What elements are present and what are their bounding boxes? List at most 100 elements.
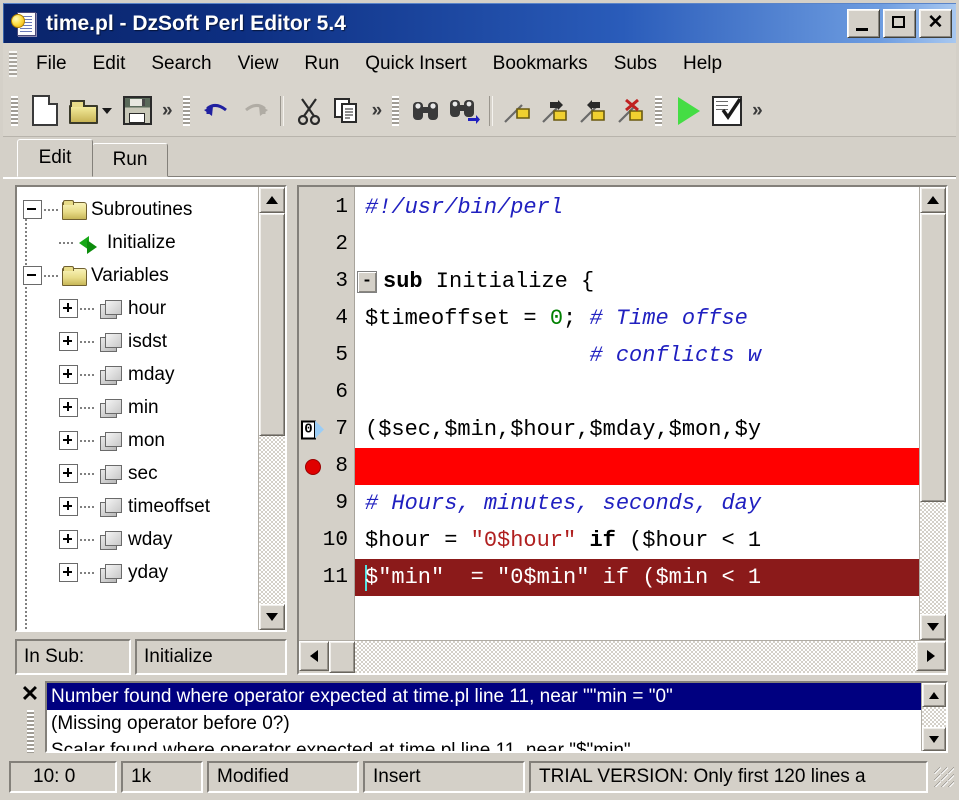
output-vertical-scrollbar[interactable] [921,683,946,751]
code-line[interactable] [355,374,919,411]
code-explorer-tree[interactable]: Subroutines Initialize Variables [15,185,287,632]
editor-scroll-right-button[interactable] [916,641,946,671]
tree-scroll-thumb[interactable] [259,213,285,436]
toolbar-overflow-file[interactable]: » [156,100,179,122]
editor-scroll-left-button[interactable] [299,641,329,671]
redo-button[interactable] [236,92,274,130]
syntax-check-button[interactable] [708,92,746,130]
gutter-line[interactable]: 2 [299,226,354,263]
copy-button[interactable] [328,92,366,130]
menu-item-file[interactable]: File [23,49,80,79]
editor-scroll-track[interactable] [920,213,946,614]
tree-item-initialize[interactable]: Initialize [23,226,258,259]
output-list-box[interactable]: Number found where operator expected at … [45,681,948,753]
toolbar-drag-handle-search[interactable] [392,96,399,126]
menu-item-search[interactable]: Search [138,49,224,79]
expander-plus-icon[interactable] [59,365,78,384]
fold-toggle-icon[interactable]: - [357,271,377,293]
tree-scroll-up-button[interactable] [259,187,285,213]
expander-plus-icon[interactable] [59,431,78,450]
editor-scroll-up-button[interactable] [920,187,946,213]
open-button[interactable] [64,92,102,130]
gutter-line[interactable]: 11 [299,559,354,596]
tree-vertical-scrollbar[interactable] [258,187,285,630]
menu-item-quick-insert[interactable]: Quick Insert [352,49,479,79]
tree-item-isdst[interactable]: isdst [23,325,258,358]
tree-item-variables[interactable]: Variables [23,259,258,292]
tree-item-mon[interactable]: mon [23,424,258,457]
code-line[interactable]: $timeoffset = 0 ; # Time offse [355,300,919,337]
menu-item-bookmarks[interactable]: Bookmarks [480,49,601,79]
expander-minus-icon[interactable] [23,266,42,285]
tree-scroll-down-button[interactable] [259,604,285,630]
output-row[interactable]: Number found where operator expected at … [47,683,921,710]
expander-plus-icon[interactable] [59,497,78,516]
output-list[interactable]: Number found where operator expected at … [47,683,921,751]
code-line[interactable]: #!/usr/bin/perl [355,189,919,226]
expander-plus-icon[interactable] [59,464,78,483]
gutter-line[interactable]: 4 [299,300,354,337]
editor-gutter[interactable]: 1 2 3 4 5 6 0 7 8 [299,187,355,640]
toggle-bookmark-button[interactable] [499,92,537,130]
expander-plus-icon[interactable] [59,299,78,318]
code-line[interactable]: - sub Initialize { [355,263,919,300]
code-line-error-current[interactable]: $"min" = "0$min" if ($min < 1 [355,559,919,596]
output-scroll-down-button[interactable] [922,727,946,751]
expander-plus-icon[interactable] [59,563,78,582]
editor-horizontal-scrollbar[interactable] [299,640,946,673]
close-button[interactable]: ✕ [919,9,952,38]
tree-item-min[interactable]: min [23,391,258,424]
expander-plus-icon[interactable] [59,530,78,549]
code-text-area[interactable]: #!/usr/bin/perl - sub Initialize { $time… [355,187,919,640]
maximize-button[interactable] [883,9,916,38]
code-line[interactable]: ($sec,$min,$hour,$mday,$mon,$y [355,411,919,448]
gutter-line[interactable]: 0 7 [299,411,354,448]
editor-hscroll-track[interactable] [329,641,916,673]
tree-scroll-track[interactable] [259,213,285,604]
menu-item-subs[interactable]: Subs [601,49,670,79]
code-line[interactable]: $hour = "0$hour" if ($hour < 1 [355,522,919,559]
menu-drag-handle[interactable] [9,51,17,77]
toolbar-overflow-run[interactable]: » [746,100,769,122]
find-button[interactable] [407,92,445,130]
find-next-button[interactable] [445,92,483,130]
run-button[interactable] [670,92,708,130]
tree-item-mday[interactable]: mday [23,358,258,391]
code-line[interactable] [355,226,919,263]
gutter-line[interactable]: 1 [299,189,354,226]
menu-item-view[interactable]: View [225,49,292,79]
close-output-icon[interactable]: ✕ [21,681,39,707]
output-row[interactable]: (Missing operator before 0?) [47,710,921,737]
output-drag-handle[interactable] [27,710,34,753]
toolbar-drag-handle-run[interactable] [655,96,662,126]
next-bookmark-button[interactable] [537,92,575,130]
tree-item-wday[interactable]: wday [23,523,258,556]
tab-run[interactable]: Run [92,143,168,177]
gutter-line[interactable]: 10 [299,522,354,559]
expander-plus-icon[interactable] [59,332,78,351]
editor-scroll-down-button[interactable] [920,614,946,640]
menu-item-run[interactable]: Run [291,49,352,79]
gutter-line[interactable]: 9 [299,485,354,522]
code-line[interactable]: # Hours, minutes, seconds, day [355,485,919,522]
output-scroll-track[interactable] [922,707,946,727]
toolbar-drag-handle-edit[interactable] [183,96,190,126]
cut-button[interactable] [290,92,328,130]
editor-hscroll-thumb[interactable] [329,641,355,673]
toolbar-drag-handle-file[interactable] [11,96,18,126]
gutter-line[interactable]: 3 [299,263,354,300]
tree-item-timeoffset[interactable]: timeoffset [23,490,258,523]
breakpoint-marker-icon[interactable] [305,459,321,475]
save-button[interactable] [118,92,156,130]
tree-item-sec[interactable]: sec [23,457,258,490]
gutter-line[interactable]: 5 [299,337,354,374]
minimize-button[interactable] [847,9,880,38]
editor-scroll-thumb[interactable] [920,213,946,502]
editor-vertical-scrollbar[interactable] [919,187,946,640]
new-button[interactable] [26,92,64,130]
code-line[interactable]: # conflicts w [355,337,919,374]
tree-item-yday[interactable]: yday [23,556,258,589]
tree-item-subroutines[interactable]: Subroutines [23,193,258,226]
clear-bookmarks-button[interactable] [613,92,651,130]
bookmark-marker-icon[interactable]: 0 [301,420,325,439]
